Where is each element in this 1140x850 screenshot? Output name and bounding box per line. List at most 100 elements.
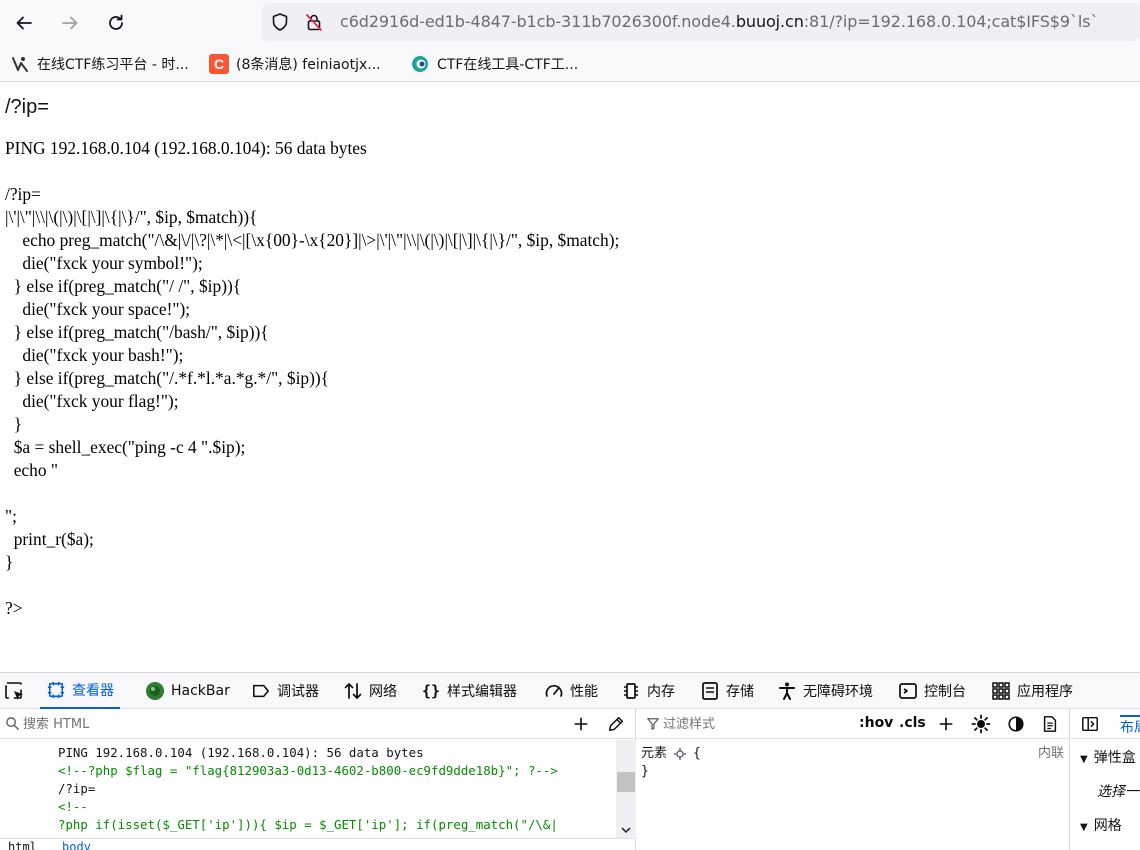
source-line: ";: [5, 506, 17, 526]
tab-style-editor[interactable]: {} 样式编辑器: [415, 673, 523, 709]
filter-styles-bar: :hov .cls: [637, 709, 1070, 739]
tab-label: 应用程序: [1017, 684, 1073, 700]
debugger-icon: [251, 681, 271, 701]
tab-debugger[interactable]: 调试器: [245, 673, 325, 709]
inline-style-label: 内联: [1038, 746, 1065, 761]
devtools-panel: 查看器 HackBar 调试器 网络 {} 样式编辑器 性能 内存 存储 无障碍环境 控制台 应用程序…: [0, 672, 1140, 850]
eyedropper-button[interactable]: [606, 714, 626, 734]
accessibility-icon: [777, 681, 797, 701]
dark-theme-icon[interactable]: [1007, 715, 1025, 733]
source-line: } else if(preg_match("/ /", $ip)){: [5, 276, 242, 296]
cls-toggle[interactable]: .cls: [899, 715, 926, 731]
markup-tree[interactable]: PING 192.168.0.104 (192.168.0.104): 56 d…: [0, 740, 616, 838]
tab-application[interactable]: 应用程序: [985, 673, 1079, 709]
tab-label: HackBar: [171, 683, 230, 699]
source-line: $a = shell_exec("ping -c 4 ".$ip);: [5, 437, 246, 457]
rule-element[interactable]: 元素 { }: [641, 745, 701, 781]
source-line: echo ": [5, 460, 58, 480]
source-line: echo preg_match("/\&|\/|\?|\*|\<|[\x{00}…: [5, 230, 620, 250]
shield-icon[interactable]: [270, 12, 290, 32]
source-line: die("fxck your symbol!");: [5, 253, 203, 273]
markup-comment-node[interactable]: ?php if(isset($_GET['ip'])){ $ip = $_GET…: [58, 816, 558, 834]
grid-section-header[interactable]: ▼ 网格: [1071, 815, 1122, 835]
print-preview-icon[interactable]: [1041, 715, 1059, 733]
plus-icon: [574, 717, 588, 731]
sidebar-toggle-icon[interactable]: [1081, 715, 1099, 733]
rules-panel: :hov .cls 元素 { } 内联: [637, 709, 1070, 850]
breadcrumb-html[interactable]: html: [8, 840, 37, 850]
csdn-icon: C: [209, 54, 229, 74]
plus-icon[interactable]: [937, 715, 955, 733]
insecure-lock-icon[interactable]: [304, 12, 324, 32]
bookmark-csdn[interactable]: C (8条消息) feiniaotjx...: [209, 54, 381, 74]
flex-section-header[interactable]: ▼ 弹性盒: [1071, 747, 1136, 767]
application-icon: [991, 681, 1011, 701]
tab-layout[interactable]: 布局: [1120, 715, 1140, 737]
tab-console[interactable]: 控制台: [892, 673, 972, 709]
reload-icon: [109, 14, 123, 30]
breadcrumb-body[interactable]: body: [62, 840, 91, 850]
bookmark-ctf-tools[interactable]: CTF在线工具-CTF工...: [410, 54, 578, 74]
bookmarks-bar: 在线CTF练习平台 - 时... C (8条消息) feiniaotjx... …: [0, 46, 1140, 82]
tab-accessibility[interactable]: 无障碍环境: [771, 673, 879, 709]
source-line: } else if(preg_match("/bash/", $ip)){: [5, 322, 269, 342]
rule-close-brace: }: [641, 764, 649, 779]
source-line: }: [5, 414, 23, 434]
search-icon: [6, 717, 19, 730]
element-picker-icon[interactable]: [4, 681, 26, 703]
forward-button[interactable]: [55, 8, 85, 38]
expand-triangle-icon: ▼: [1080, 822, 1088, 833]
tab-label: 查看器: [72, 683, 114, 699]
tab-network[interactable]: 网络: [337, 673, 403, 709]
source-line: }: [5, 552, 14, 572]
back-button[interactable]: [9, 8, 39, 38]
chevron-down-icon[interactable]: [620, 824, 632, 836]
markup-comment-node[interactable]: <!--?php $flag = "flag{812903a3-0d13-460…: [58, 762, 558, 780]
source-line: /?ip=: [5, 184, 41, 204]
reload-button[interactable]: [101, 8, 131, 38]
style-editor-icon: {}: [421, 681, 441, 701]
source-line: [5, 482, 619, 505]
svg-text:{}: {}: [422, 682, 440, 700]
rule-selector: 元素: [641, 746, 668, 761]
tab-label: 调试器: [277, 684, 319, 700]
flex-hint: 选择一: [1097, 784, 1139, 800]
memory-icon: [621, 681, 641, 701]
tab-label: 控制台: [924, 684, 966, 700]
rule-open-brace: {: [693, 746, 701, 761]
ctf-platform-icon: [10, 54, 30, 74]
tab-inspector[interactable]: 查看器: [40, 673, 120, 709]
tab-hackbar[interactable]: HackBar: [139, 673, 236, 709]
source-line: } else if(preg_match("/.*f.*l.*a.*g.*/",…: [5, 368, 330, 388]
tab-label: 存储: [726, 684, 754, 700]
source-line: PING 192.168.0.104 (192.168.0.104): 56 d…: [5, 138, 367, 158]
markup-text-node[interactable]: PING 192.168.0.104 (192.168.0.104): 56 d…: [58, 744, 424, 762]
tab-storage[interactable]: 存储: [694, 673, 760, 709]
gear-icon[interactable]: [673, 747, 687, 761]
search-html-input[interactable]: [23, 714, 553, 734]
expand-triangle-icon: ▼: [1080, 754, 1088, 765]
performance-icon: [544, 681, 564, 701]
markup-text-node[interactable]: /?ip=: [58, 780, 95, 798]
hov-toggle[interactable]: :hov: [859, 715, 893, 731]
add-node-button[interactable]: [571, 714, 591, 734]
tab-performance[interactable]: 性能: [538, 673, 604, 709]
network-icon: [343, 681, 363, 701]
source-line: |\'|\"|\\|\(|\)|\[|\]|\{|\}/", $ip, $mat…: [5, 207, 258, 227]
arrow-right-icon: [62, 16, 78, 30]
markup-scrollbar[interactable]: [616, 740, 636, 838]
filter-styles-input[interactable]: [663, 714, 863, 734]
page-content: /?ip= PING 192.168.0.104 (192.168.0.104)…: [0, 83, 1140, 673]
light-theme-icon[interactable]: [971, 714, 991, 734]
page-heading: /?ip=: [5, 96, 49, 118]
url-text[interactable]: c6d2916d-ed1b-4847-b1cb-311b7026300f.nod…: [340, 12, 1098, 31]
tab-memory[interactable]: 内存: [615, 673, 681, 709]
filter-icon: [647, 718, 659, 730]
devtools-tabbar: 查看器 HackBar 调试器 网络 {} 样式编辑器 性能 内存 存储 无障碍环境 控制台 应用程序: [0, 673, 1140, 709]
scrollbar-thumb[interactable]: [617, 772, 635, 792]
url-bar[interactable]: c6d2916d-ed1b-4847-b1cb-311b7026300f.nod…: [262, 3, 1140, 41]
url-domain: buuoj.cn: [735, 12, 804, 31]
bookmark-ctf-platform[interactable]: 在线CTF练习平台 - 时...: [10, 54, 189, 74]
markup-comment-node[interactable]: <!--: [58, 798, 88, 816]
ctf-tools-icon: [410, 54, 430, 74]
